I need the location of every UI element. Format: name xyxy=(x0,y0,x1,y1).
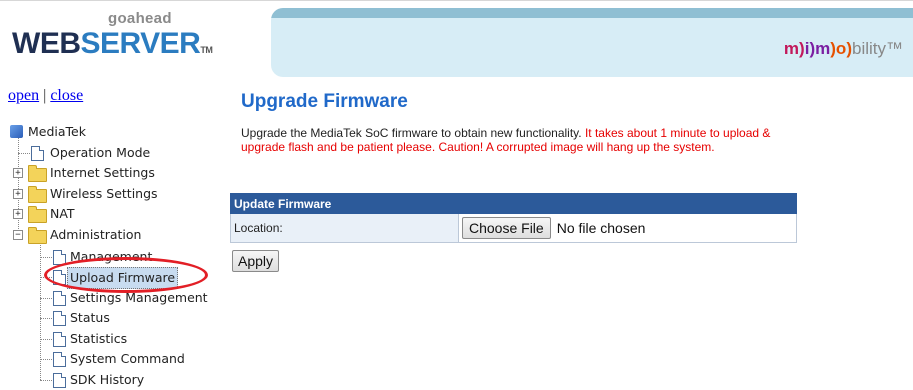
expand-icon[interactable]: + xyxy=(13,168,23,178)
network-icon xyxy=(10,125,23,138)
tree-separator: | xyxy=(39,87,51,104)
page-icon xyxy=(53,373,66,388)
tree-line xyxy=(18,153,30,154)
tree-line xyxy=(18,136,19,235)
page-title: Upgrade Firmware xyxy=(241,91,408,112)
table-header: Update Firmware xyxy=(230,193,797,214)
collapse-icon[interactable]: − xyxy=(13,230,23,240)
brand-top-text: goahead xyxy=(108,10,172,27)
location-label: Location: xyxy=(230,213,459,243)
page-icon xyxy=(53,352,66,367)
logo-char: m xyxy=(783,39,800,58)
tree-line xyxy=(40,359,54,360)
logo-char: bility xyxy=(851,39,886,58)
highlight-circle xyxy=(44,257,208,293)
page-icon xyxy=(31,146,44,161)
tree-line xyxy=(40,298,54,299)
file-input-cell: Choose File No file chosen xyxy=(458,213,797,243)
no-file-status: No file chosen xyxy=(556,220,646,236)
page-icon xyxy=(53,291,66,306)
folder-icon xyxy=(28,165,47,182)
expand-icon[interactable]: + xyxy=(13,209,23,219)
tree-root-label: MediaTek xyxy=(28,124,86,139)
logo-tm: TM xyxy=(200,45,213,55)
description-text: Upgrade the MediaTek SoC firmware to obt… xyxy=(241,126,582,140)
folder-icon xyxy=(28,186,47,203)
tree-item-label: NAT xyxy=(50,206,75,221)
tree-item-label: Status xyxy=(70,310,110,325)
tree-line xyxy=(40,318,54,319)
choose-file-button[interactable]: Choose File xyxy=(462,217,551,239)
header-banner: m)i)m)o)bility™ xyxy=(271,8,913,77)
tree-item-label: SDK History xyxy=(70,372,145,387)
tree-line xyxy=(40,339,54,340)
tree-item-label: Operation Mode xyxy=(50,145,151,160)
page-description: Upgrade the MediaTek SoC firmware to obt… xyxy=(241,126,806,154)
logo-web: WEB xyxy=(12,27,81,60)
tree-item-label: Administration xyxy=(50,227,142,242)
expand-icon[interactable]: + xyxy=(13,189,23,199)
tree-controls: open | close xyxy=(8,87,83,105)
folder-open-icon xyxy=(28,227,47,244)
logo-char: m xyxy=(815,39,831,58)
tree-line xyxy=(40,257,54,258)
table-row: Location: Choose File No file chosen xyxy=(230,213,797,243)
logo-server: SERVER xyxy=(80,27,201,60)
mimobility-logo: m)i)m)o)bility™ xyxy=(784,39,903,59)
folder-icon xyxy=(28,206,47,223)
page-icon xyxy=(53,311,66,326)
apply-button[interactable]: Apply xyxy=(232,250,280,272)
tree-close-link[interactable]: close xyxy=(50,87,83,104)
logo-char: ™ xyxy=(886,39,903,58)
tree-item-label: Wireless Settings xyxy=(50,186,158,201)
tree-item-label: Internet Settings xyxy=(50,165,155,180)
tree-line xyxy=(40,380,54,381)
page-icon xyxy=(53,332,66,347)
tree-item-label: System Command xyxy=(70,351,185,366)
logo-char: o xyxy=(835,39,847,58)
top-border xyxy=(0,0,913,1)
tree-item-label: Statistics xyxy=(70,331,128,346)
webserver-logo: WEBSERVERTM xyxy=(12,27,213,61)
tree-open-link[interactable]: open xyxy=(8,87,39,104)
update-firmware-table: Update Firmware Location: Choose File No … xyxy=(230,193,797,243)
